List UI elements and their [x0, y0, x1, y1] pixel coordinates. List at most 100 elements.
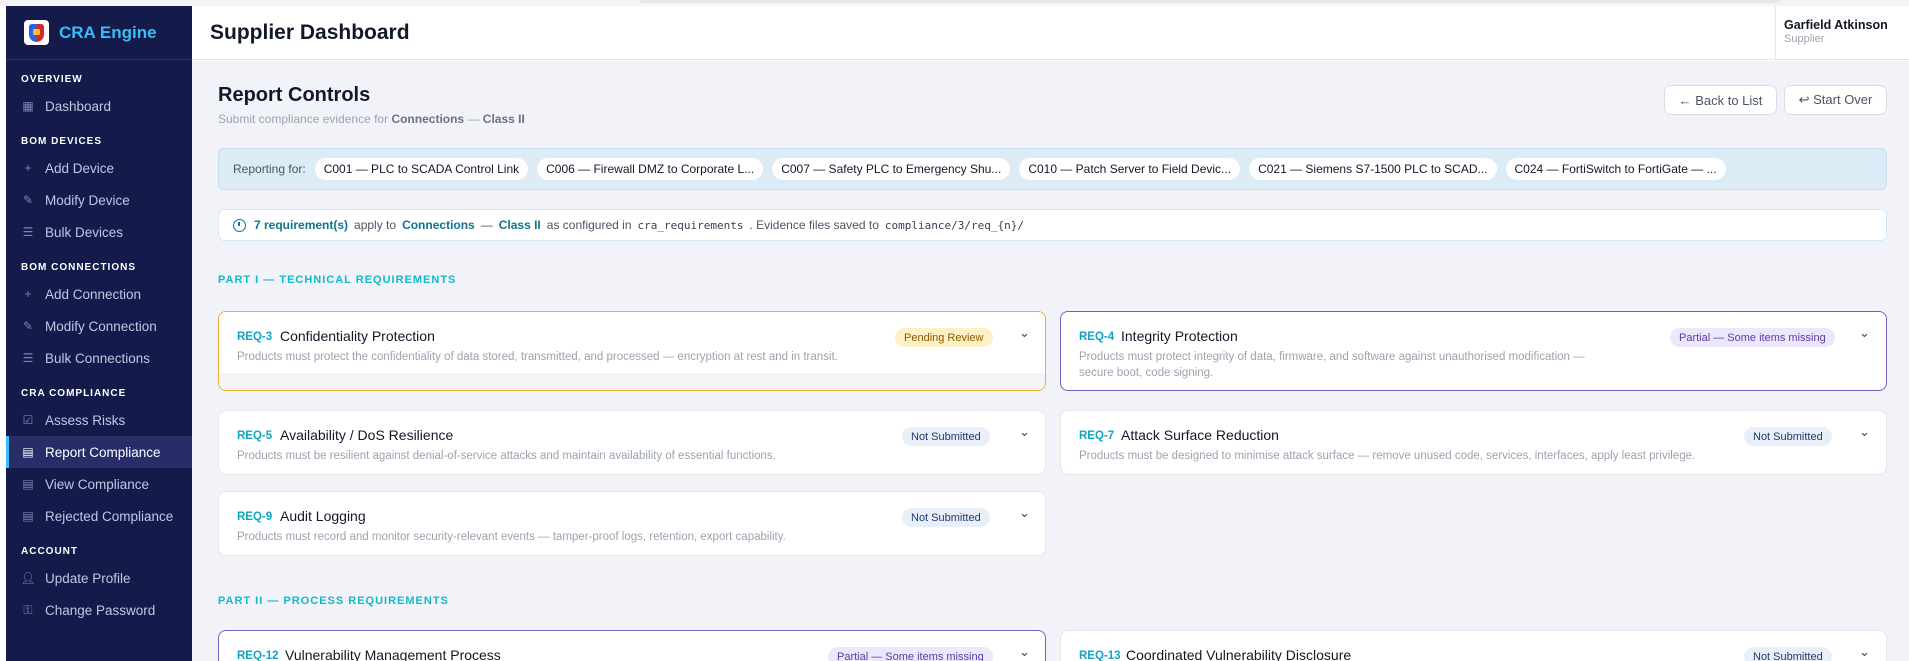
connection-chip[interactable]: C010 — Patch Server to Field Devic...: [1018, 157, 1242, 181]
requirement-id: REQ-5: [237, 430, 273, 442]
subtitle-class: Class II: [482, 112, 525, 126]
subtitle-prefix: Submit compliance evidence for: [218, 112, 389, 126]
requirement-title: Vulnerability Management Process: [285, 647, 501, 661]
chevron-down-icon[interactable]: ⌄: [1859, 325, 1870, 341]
sidebar-item-label: Assess Risks: [45, 412, 126, 428]
requirement-id: REQ-3: [237, 331, 273, 343]
status-badge: Not Submitted: [902, 427, 990, 446]
requirement-card[interactable]: REQ-5 Availability / DoS Resilience Not …: [218, 410, 1046, 475]
grid-icon: ▦: [22, 99, 34, 113]
plus-icon: +: [24, 161, 32, 175]
requirement-id: REQ-4: [1079, 331, 1115, 343]
pencil-icon: ✎: [22, 319, 34, 333]
top-header: Supplier Dashboard Garfield Atkinson Sup…: [192, 6, 1909, 60]
lock-icon: ⚿: [23, 602, 33, 617]
sidebar-item-label: Bulk Connections: [45, 350, 151, 366]
description-line: secure boot, code signing.: [1079, 367, 1214, 379]
requirement-title: Audit Logging: [280, 508, 366, 524]
requirement-id: REQ-12: [237, 650, 279, 661]
checkbox-icon: ☑: [22, 413, 34, 427]
requirement-description: Products must protect integrity of data,…: [1079, 349, 1585, 381]
connection-chip[interactable]: C024 — FortiSwitch to FortiGate — ...: [1504, 157, 1727, 181]
scroll-indicator: [640, 0, 1780, 3]
requirement-id: REQ-9: [237, 511, 273, 523]
list-icon: ☰: [22, 225, 34, 239]
sidebar-item-modify-device[interactable]: ✎ Modify Device: [6, 184, 192, 216]
connection-chip[interactable]: C006 — Firewall DMZ to Corporate L...: [536, 157, 765, 181]
user-role: Supplier: [1784, 33, 1825, 45]
info-sep: —: [480, 218, 493, 232]
status-badge: Not Submitted: [1744, 647, 1832, 661]
requirement-title: Attack Surface Reduction: [1121, 427, 1279, 443]
list-icon: ☰: [22, 351, 34, 365]
sidebar-item-label: Dashboard: [45, 98, 112, 114]
requirement-card[interactable]: REQ-4 Integrity Protection Partial — Som…: [1060, 311, 1887, 391]
info-apply-to: apply to: [354, 218, 397, 232]
reporting-for-label: Reporting for:: [233, 162, 306, 176]
sidebar-item-label: Add Device: [45, 160, 115, 176]
sidebar-item-add-connection[interactable]: + Add Connection: [6, 278, 192, 310]
sidebar-item-label: View Compliance: [45, 476, 150, 492]
sidebar-item-rejected-compliance[interactable]: ▤ Rejected Compliance: [6, 500, 192, 532]
chevron-down-icon[interactable]: ⌄: [1019, 644, 1030, 660]
sidebar-item-report-compliance[interactable]: ▤ Report Compliance: [6, 436, 192, 468]
sidebar-item-view-compliance[interactable]: ▤ View Compliance: [6, 468, 192, 500]
requirement-card[interactable]: REQ-3 Confidentiality Protection Pending…: [218, 311, 1046, 391]
section-bom-devices: BOM DEVICES: [21, 136, 103, 147]
chevron-down-icon[interactable]: ⌄: [1859, 644, 1870, 660]
sidebar-item-bulk-connections[interactable]: ☰ Bulk Connections: [6, 342, 192, 374]
sidebar-item-assess-risks[interactable]: ☑ Assess Risks: [6, 404, 192, 436]
requirement-card[interactable]: REQ-12 Vulnerability Management Process …: [218, 630, 1046, 661]
requirement-card[interactable]: REQ-9 Audit Logging Not Submitted ⌄ Prod…: [218, 491, 1046, 556]
sidebar-item-dashboard[interactable]: ▦ Dashboard: [6, 90, 192, 122]
info-saved-to: . Evidence files saved to: [749, 218, 879, 232]
sidebar-item-add-device[interactable]: + Add Device: [6, 152, 192, 184]
sidebar-item-change-password[interactable]: ⚿ Change Password: [6, 594, 192, 626]
chevron-down-icon[interactable]: ⌄: [1019, 505, 1030, 521]
sidebar-item-label: Report Compliance: [45, 444, 161, 460]
section-cra-compliance: CRA COMPLIANCE: [21, 388, 127, 399]
info-banner: 7 requirement(s) apply to Connections — …: [218, 209, 1887, 241]
brand[interactable]: CRA Engine: [6, 6, 192, 60]
main-content: Report Controls Submit compliance eviden…: [192, 61, 1909, 661]
shield-lock-logo-icon: [24, 20, 49, 45]
requirement-id: REQ-13: [1079, 650, 1121, 661]
start-over-button[interactable]: ↩ Start Over: [1784, 85, 1887, 115]
user-menu[interactable]: Garfield Atkinson Supplier: [1775, 6, 1909, 60]
connection-chip[interactable]: C001 — PLC to SCADA Control Link: [313, 157, 530, 181]
requirement-card[interactable]: REQ-7 Attack Surface Reduction Not Submi…: [1060, 410, 1887, 475]
sidebar-item-bulk-devices[interactable]: ☰ Bulk Devices: [6, 216, 192, 248]
document-icon: ▤: [22, 509, 34, 523]
sidebar-item-modify-connection[interactable]: ✎ Modify Connection: [6, 310, 192, 342]
subtitle-sep: —: [467, 112, 480, 126]
requirement-title: Confidentiality Protection: [280, 328, 435, 344]
user-icon: 👤︎: [20, 571, 36, 585]
section-technical-requirements: PART I — TECHNICAL REQUIREMENTS: [218, 274, 457, 286]
status-badge: Partial — Some items missing: [828, 647, 993, 661]
sidebar-item-update-profile[interactable]: 👤︎ Update Profile: [6, 562, 192, 594]
requirement-description: Products must be designed to minimise at…: [1079, 450, 1696, 462]
chevron-down-icon[interactable]: ⌄: [1019, 424, 1030, 440]
document-icon: ▤: [22, 477, 34, 491]
connection-chip[interactable]: C021 — Siemens S7-1500 PLC to SCAD...: [1248, 157, 1498, 181]
header-title: Supplier Dashboard: [210, 21, 410, 44]
chevron-down-icon[interactable]: ⌄: [1859, 424, 1870, 440]
user-name: Garfield Atkinson: [1784, 18, 1888, 32]
connection-chip[interactable]: C007 — Safety PLC to Emergency Shu...: [771, 157, 1012, 181]
chevron-down-icon[interactable]: ⌄: [1019, 325, 1030, 341]
requirement-description: Products must protect the confidentialit…: [237, 351, 838, 363]
subtitle-type: Connections: [391, 112, 465, 126]
requirement-description: Products must be resilient against denia…: [237, 450, 776, 462]
plus-icon: +: [24, 287, 32, 301]
status-badge: Partial — Some items missing: [1670, 328, 1835, 347]
sidebar-item-label: Update Profile: [45, 570, 131, 586]
sidebar-item-label: Add Connection: [45, 286, 142, 302]
sidebar-item-label: Rejected Compliance: [45, 508, 174, 524]
sidebar-item-label: Change Password: [45, 602, 156, 618]
info-configured-in: as configured in: [546, 218, 632, 232]
sidebar: CRA Engine OVERVIEW ▦ Dashboard BOM DEVIC…: [6, 6, 192, 661]
sidebar-item-label: Modify Device: [45, 192, 130, 208]
requirement-title: Coordinated Vulnerability Disclosure: [1126, 647, 1352, 661]
requirement-card[interactable]: REQ-13 Coordinated Vulnerability Disclos…: [1060, 630, 1887, 661]
back-to-list-button[interactable]: ← Back to List: [1664, 85, 1777, 115]
